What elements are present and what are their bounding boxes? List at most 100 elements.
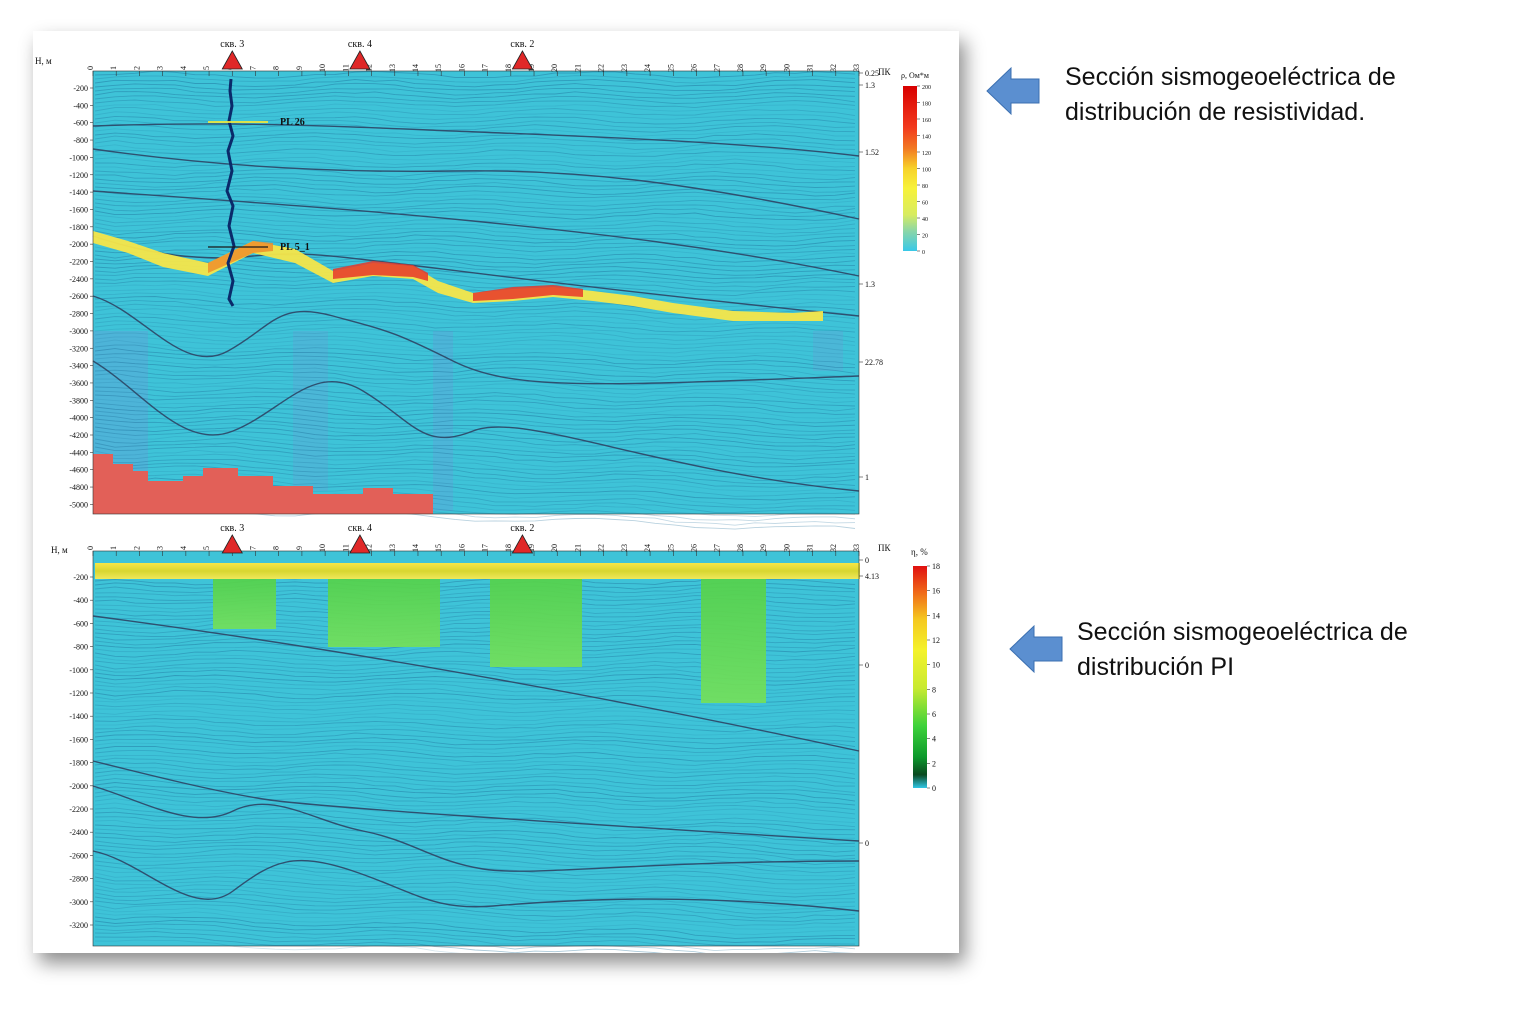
scale-tick-label: 0	[922, 250, 925, 256]
depth-tick-label: -1800	[69, 223, 88, 232]
depth-axis-bottom: -200 -400 -600 -800 -1000 -1200 -1400 -1600 -180…	[69, 573, 93, 930]
depth-tick-label: -3000	[69, 898, 88, 907]
pk-label-top: ПК	[878, 67, 891, 77]
pk-tick-label: 30	[782, 544, 791, 552]
scale-tick-label: 10	[932, 661, 940, 670]
arrow-left-icon	[986, 66, 1040, 116]
depth-tick-label: -3600	[69, 379, 88, 388]
depth-tick-label: -600	[73, 119, 88, 128]
pk-tick-label: 11	[341, 64, 350, 72]
pk-tick-label: 28	[736, 64, 745, 72]
pk-tick-label: 25	[666, 64, 675, 72]
horizon-label-pl51: PL 5_1	[280, 242, 310, 253]
caption-pi-line2: distribución PI	[1077, 653, 1235, 681]
scale-tick-label: 4	[932, 735, 936, 744]
caption-pi-line1: Sección sismogeoeléctrica de	[1077, 618, 1408, 646]
scale-tick-label: 16	[932, 587, 940, 596]
pk-tick-label: 14	[411, 544, 420, 552]
depth-tick-label: -2400	[69, 828, 88, 837]
pk-label-bottom: ПК	[878, 543, 891, 553]
pi-scale-ticks: 18 16 14 12 10 8 6 4 2 0	[927, 562, 940, 793]
depth-tick-label: -4400	[69, 448, 88, 457]
depth-tick-label: -800	[73, 643, 88, 652]
pk-tick-label: 29	[759, 64, 768, 72]
caption-resistivity: Sección sismogeoeléctrica de distribució…	[1065, 60, 1396, 130]
depth-tick-label: -400	[73, 596, 88, 605]
pk-tick-label: 16	[457, 64, 466, 72]
pk-tick-label: 30	[782, 64, 791, 72]
scale-tick-label: 140	[922, 135, 931, 141]
pk-tick-label: 9	[295, 546, 304, 550]
depth-tick-label: -2200	[69, 805, 88, 814]
pk-tick-label: 7	[248, 546, 257, 550]
pk-tick-label: 17	[481, 64, 490, 72]
pk-tick-label: 32	[829, 544, 838, 552]
pk-tick-label: 28	[736, 544, 745, 552]
right-value-label: 1.3	[865, 280, 875, 289]
depth-tick-label: -400	[73, 101, 88, 110]
scale-tick-label: 8	[932, 685, 936, 694]
pk-tick-label: 16	[457, 544, 466, 552]
depth-tick-label: -1000	[69, 666, 88, 675]
depth-tick-label: -200	[73, 573, 88, 582]
pk-tick-label: 13	[388, 544, 397, 552]
well-label: скв. 2	[510, 523, 534, 534]
right-value-label: 4.13	[865, 572, 879, 581]
pk-tick-label: 26	[690, 64, 699, 72]
well-marker-icon	[511, 50, 534, 70]
pk-tick-label: 20	[550, 544, 559, 552]
seismic-figure: PL 26 PL 5_1 -200 -400 -600 -800 -1000 -1200 -…	[33, 31, 959, 953]
pk-tick-label: 24	[643, 544, 652, 552]
pi-anomaly-column	[328, 579, 440, 647]
pk-tick-label: 5	[202, 66, 211, 70]
pk-tick-label: 29	[759, 544, 768, 552]
depth-tick-label: -3000	[69, 327, 88, 336]
scale-tick-label: 20	[922, 234, 928, 240]
caption-resistivity-line1: Sección sismogeoeléctrica de	[1065, 63, 1396, 91]
pi-anomaly-column	[701, 579, 766, 703]
pk-tick-label: 15	[434, 544, 443, 552]
depth-tick-label: -1400	[69, 712, 88, 721]
depth-tick-label: -600	[73, 619, 88, 628]
pk-tick-label: 20	[550, 64, 559, 72]
depth-tick-label: -5000	[69, 500, 88, 509]
depth-tick-label: -2200	[69, 258, 88, 267]
pk-tick-label: 11	[341, 544, 350, 552]
seismic-sections: PL 26 PL 5_1 -200 -400 -600 -800 -1000 -1200 -…	[35, 39, 940, 953]
pk-tick-label: 1	[109, 66, 118, 70]
pk-tick-label: 1	[109, 546, 118, 550]
arrow-left-icon	[1009, 624, 1063, 674]
depth-tick-label: -1200	[69, 689, 88, 698]
right-value-label: 1.52	[865, 148, 879, 157]
depth-tick-label: -2800	[69, 310, 88, 319]
right-value-label: 0	[865, 839, 869, 848]
well-label: скв. 2	[510, 39, 534, 50]
depth-axis-label-bottom: H, м	[51, 545, 68, 555]
well-label: скв. 4	[348, 39, 372, 50]
resistivity-scale-title: ρ, Ом*м	[901, 71, 929, 80]
pk-tick-label: 10	[318, 64, 327, 72]
pk-tick-label: 33	[852, 64, 861, 72]
depth-tick-label: -1400	[69, 188, 88, 197]
depth-tick-label: -1000	[69, 153, 88, 162]
pk-tick-label: 23	[620, 544, 629, 552]
depth-tick-label: -2000	[69, 782, 88, 791]
depth-tick-label: -3800	[69, 396, 88, 405]
scale-tick-label: 200	[922, 85, 931, 91]
pk-tick-label: 22	[597, 64, 606, 72]
pk-tick-label: 14	[411, 64, 420, 72]
depth-tick-label: -3200	[69, 921, 88, 930]
pi-color-scale	[913, 566, 927, 788]
pk-tick-label: 8	[272, 66, 281, 70]
pk-tick-label: 24	[643, 64, 652, 72]
scale-tick-label: 100	[922, 168, 931, 174]
horizon-label-pl26: PL 26	[280, 117, 305, 128]
pk-tick-label: 31	[806, 544, 815, 552]
pk-tick-label: 10	[318, 544, 327, 552]
scale-tick-label: 160	[922, 118, 931, 124]
scale-tick-label: 40	[922, 217, 928, 223]
well-label: скв. 4	[348, 523, 372, 534]
pk-tick-label: 27	[713, 544, 722, 552]
depth-tick-label: -4200	[69, 431, 88, 440]
right-value-label: 22.78	[865, 358, 883, 367]
